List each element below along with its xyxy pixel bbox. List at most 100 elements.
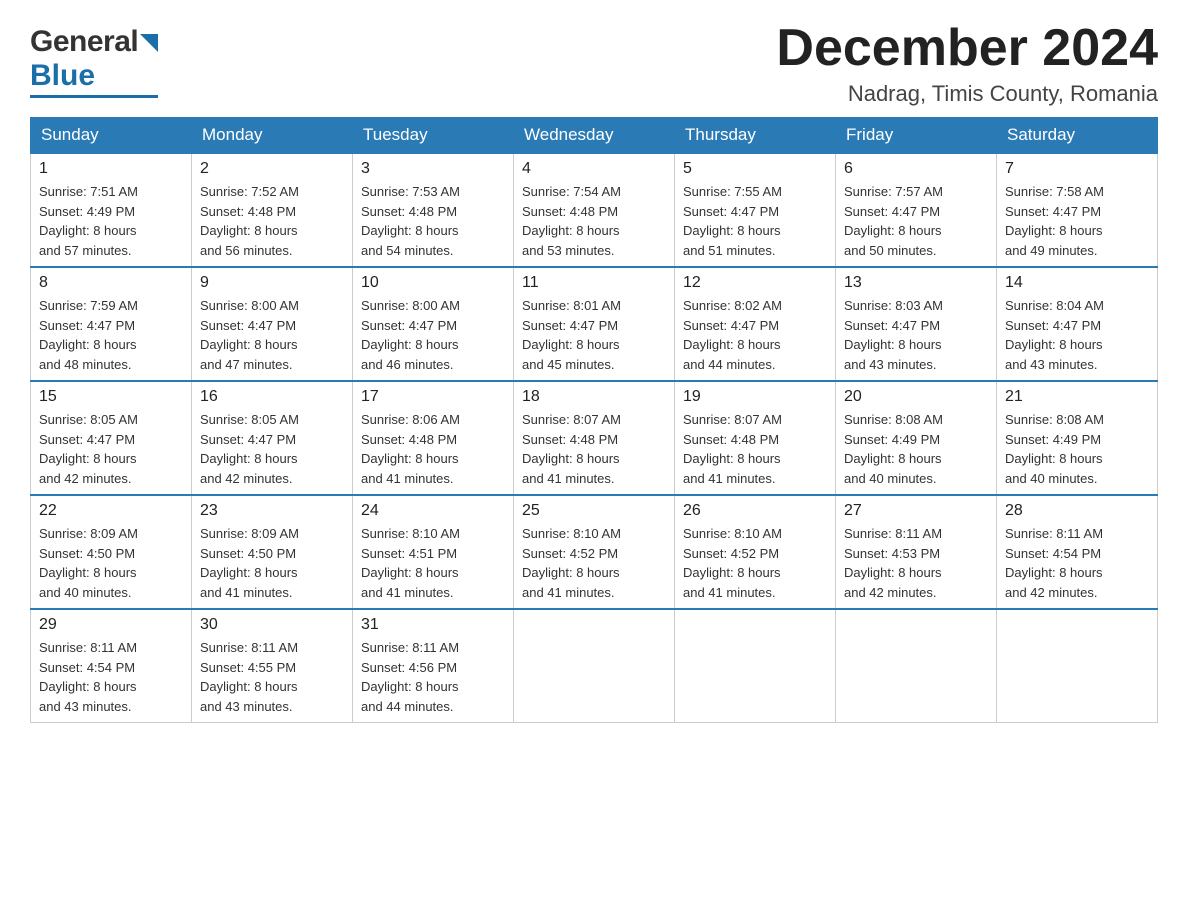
day-info: Sunrise: 8:02 AMSunset: 4:47 PMDaylight:…: [683, 296, 827, 374]
calendar-week-row: 8Sunrise: 7:59 AMSunset: 4:47 PMDaylight…: [31, 267, 1158, 381]
calendar-cell: 19 Sunrise: 8:07 AMSunset: 4:48 PMDayligh…: [675, 381, 836, 495]
calendar-cell: 13 Sunrise: 8:03 AMSunset: 4:47 PMDayligh…: [836, 267, 997, 381]
day-number: 19: [683, 388, 827, 406]
day-info: Sunrise: 8:09 AMSunset: 4:50 PMDaylight:…: [200, 524, 344, 602]
calendar-cell: 9 Sunrise: 8:00 AMSunset: 4:47 PMDaylight…: [192, 267, 353, 381]
calendar-cell: 3 Sunrise: 7:53 AMSunset: 4:48 PMDaylight…: [353, 154, 514, 268]
calendar-cell: 14Sunrise: 8:04 AMSunset: 4:47 PMDayligh…: [997, 267, 1158, 381]
calendar-week-row: 1 Sunrise: 7:51 AMSunset: 4:49 PMDaylight…: [31, 154, 1158, 268]
calendar-cell: 27Sunrise: 8:11 AMSunset: 4:53 PMDayligh…: [836, 495, 997, 609]
day-number: 30: [200, 616, 344, 634]
calendar-week-row: 29Sunrise: 8:11 AMSunset: 4:54 PMDayligh…: [31, 609, 1158, 723]
day-info: Sunrise: 7:54 AMSunset: 4:48 PMDaylight:…: [522, 182, 666, 260]
calendar-cell: 11 Sunrise: 8:01 AMSunset: 4:47 PMDayligh…: [514, 267, 675, 381]
calendar-cell: 21 Sunrise: 8:08 AMSunset: 4:49 PMDayligh…: [997, 381, 1158, 495]
title-block: December 2024 Nadrag, Timis County, Roma…: [776, 20, 1158, 107]
calendar-cell: 6Sunrise: 7:57 AMSunset: 4:47 PMDaylight…: [836, 154, 997, 268]
day-number: 26: [683, 502, 827, 520]
day-number: 7: [1005, 160, 1149, 178]
day-info: Sunrise: 8:11 AMSunset: 4:55 PMDaylight:…: [200, 638, 344, 716]
day-info: Sunrise: 7:52 AMSunset: 4:48 PMDaylight:…: [200, 182, 344, 260]
day-number: 11: [522, 274, 666, 292]
calendar-cell: 5 Sunrise: 7:55 AMSunset: 4:47 PMDaylight…: [675, 154, 836, 268]
day-number: 3: [361, 160, 505, 178]
day-info: Sunrise: 8:10 AMSunset: 4:52 PMDaylight:…: [683, 524, 827, 602]
day-number: 12: [683, 274, 827, 292]
calendar-table: SundayMondayTuesdayWednesdayThursdayFrid…: [30, 117, 1158, 723]
calendar-cell: 7 Sunrise: 7:58 AMSunset: 4:47 PMDaylight…: [997, 154, 1158, 268]
day-info: Sunrise: 8:08 AMSunset: 4:49 PMDaylight:…: [1005, 410, 1149, 488]
calendar-cell: 17Sunrise: 8:06 AMSunset: 4:48 PMDayligh…: [353, 381, 514, 495]
calendar-week-row: 15 Sunrise: 8:05 AMSunset: 4:47 PMDayligh…: [31, 381, 1158, 495]
calendar-cell: [675, 609, 836, 723]
day-info: Sunrise: 7:51 AMSunset: 4:49 PMDaylight:…: [39, 182, 183, 260]
calendar-cell: 24 Sunrise: 8:10 AMSunset: 4:51 PMDayligh…: [353, 495, 514, 609]
day-info: Sunrise: 8:07 AMSunset: 4:48 PMDaylight:…: [522, 410, 666, 488]
day-info: Sunrise: 7:57 AMSunset: 4:47 PMDaylight:…: [844, 182, 988, 260]
day-info: Sunrise: 7:53 AMSunset: 4:48 PMDaylight:…: [361, 182, 505, 260]
day-number: 10: [361, 274, 505, 292]
day-info: Sunrise: 8:00 AMSunset: 4:47 PMDaylight:…: [200, 296, 344, 374]
month-year-title: December 2024: [776, 20, 1158, 77]
day-info: Sunrise: 8:03 AMSunset: 4:47 PMDaylight:…: [844, 296, 988, 374]
weekday-header-tuesday: Tuesday: [353, 117, 514, 154]
day-info: Sunrise: 8:10 AMSunset: 4:52 PMDaylight:…: [522, 524, 666, 602]
day-info: Sunrise: 8:10 AMSunset: 4:51 PMDaylight:…: [361, 524, 505, 602]
calendar-cell: 2 Sunrise: 7:52 AMSunset: 4:48 PMDaylight…: [192, 154, 353, 268]
calendar-cell: 23 Sunrise: 8:09 AMSunset: 4:50 PMDayligh…: [192, 495, 353, 609]
logo: General Blue: [30, 20, 158, 98]
calendar-cell: 16 Sunrise: 8:05 AMSunset: 4:47 PMDayligh…: [192, 381, 353, 495]
day-info: Sunrise: 8:11 AMSunset: 4:54 PMDaylight:…: [39, 638, 183, 716]
calendar-cell: 22 Sunrise: 8:09 AMSunset: 4:50 PMDayligh…: [31, 495, 192, 609]
calendar-week-row: 22 Sunrise: 8:09 AMSunset: 4:50 PMDayligh…: [31, 495, 1158, 609]
day-number: 24: [361, 502, 505, 520]
day-number: 27: [844, 502, 988, 520]
calendar-cell: 8Sunrise: 7:59 AMSunset: 4:47 PMDaylight…: [31, 267, 192, 381]
day-info: Sunrise: 8:00 AMSunset: 4:47 PMDaylight:…: [361, 296, 505, 374]
day-number: 2: [200, 160, 344, 178]
calendar-cell: [514, 609, 675, 723]
calendar-cell: [997, 609, 1158, 723]
logo-blue-text: Blue: [30, 59, 95, 92]
day-number: 1: [39, 160, 183, 178]
day-info: Sunrise: 7:59 AMSunset: 4:47 PMDaylight:…: [39, 296, 183, 374]
day-number: 21: [1005, 388, 1149, 406]
weekday-header-thursday: Thursday: [675, 117, 836, 154]
day-info: Sunrise: 7:58 AMSunset: 4:47 PMDaylight:…: [1005, 182, 1149, 260]
day-number: 16: [200, 388, 344, 406]
calendar-cell: 18 Sunrise: 8:07 AMSunset: 4:48 PMDayligh…: [514, 381, 675, 495]
day-number: 15: [39, 388, 183, 406]
calendar-cell: 1 Sunrise: 7:51 AMSunset: 4:49 PMDaylight…: [31, 154, 192, 268]
day-info: Sunrise: 8:01 AMSunset: 4:47 PMDaylight:…: [522, 296, 666, 374]
day-number: 5: [683, 160, 827, 178]
location-subtitle: Nadrag, Timis County, Romania: [776, 81, 1158, 107]
calendar-cell: 4Sunrise: 7:54 AMSunset: 4:48 PMDaylight…: [514, 154, 675, 268]
day-info: Sunrise: 8:09 AMSunset: 4:50 PMDaylight:…: [39, 524, 183, 602]
day-info: Sunrise: 8:05 AMSunset: 4:47 PMDaylight:…: [39, 410, 183, 488]
day-info: Sunrise: 8:06 AMSunset: 4:48 PMDaylight:…: [361, 410, 505, 488]
day-number: 23: [200, 502, 344, 520]
day-info: Sunrise: 8:07 AMSunset: 4:48 PMDaylight:…: [683, 410, 827, 488]
page-header: General Blue December 2024 Nadrag, Timis…: [30, 20, 1158, 107]
day-number: 28: [1005, 502, 1149, 520]
day-info: Sunrise: 8:05 AMSunset: 4:47 PMDaylight:…: [200, 410, 344, 488]
day-info: Sunrise: 8:11 AMSunset: 4:56 PMDaylight:…: [361, 638, 505, 716]
weekday-header-sunday: Sunday: [31, 117, 192, 154]
calendar-cell: 15 Sunrise: 8:05 AMSunset: 4:47 PMDayligh…: [31, 381, 192, 495]
weekday-header-wednesday: Wednesday: [514, 117, 675, 154]
day-info: Sunrise: 8:04 AMSunset: 4:47 PMDaylight:…: [1005, 296, 1149, 374]
day-number: 31: [361, 616, 505, 634]
calendar-cell: 12 Sunrise: 8:02 AMSunset: 4:47 PMDayligh…: [675, 267, 836, 381]
weekday-header-friday: Friday: [836, 117, 997, 154]
weekday-header-row: SundayMondayTuesdayWednesdayThursdayFrid…: [31, 117, 1158, 154]
day-info: Sunrise: 8:11 AMSunset: 4:54 PMDaylight:…: [1005, 524, 1149, 602]
calendar-cell: 28 Sunrise: 8:11 AMSunset: 4:54 PMDayligh…: [997, 495, 1158, 609]
day-number: 13: [844, 274, 988, 292]
day-number: 25: [522, 502, 666, 520]
day-number: 22: [39, 502, 183, 520]
day-info: Sunrise: 7:55 AMSunset: 4:47 PMDaylight:…: [683, 182, 827, 260]
day-number: 9: [200, 274, 344, 292]
day-number: 18: [522, 388, 666, 406]
day-info: Sunrise: 8:08 AMSunset: 4:49 PMDaylight:…: [844, 410, 988, 488]
calendar-cell: 29Sunrise: 8:11 AMSunset: 4:54 PMDayligh…: [31, 609, 192, 723]
